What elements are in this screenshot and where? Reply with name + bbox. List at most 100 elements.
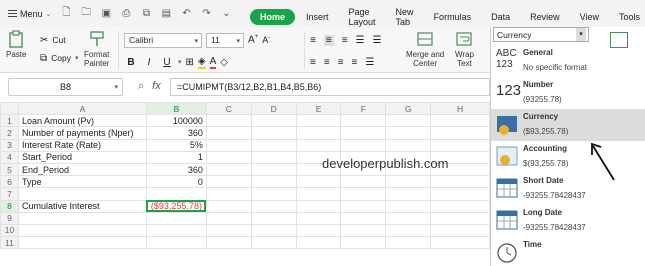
cell[interactable] — [430, 114, 490, 128]
print-preview-icon[interactable]: ⧉ — [139, 8, 153, 19]
tab-insert[interactable]: Insert — [297, 9, 338, 25]
cell[interactable] — [340, 199, 387, 213]
cell-a6[interactable]: Type — [17, 175, 147, 189]
undo-icon[interactable]: ↶ — [179, 8, 193, 19]
column-header-d[interactable]: D — [250, 102, 297, 116]
cell[interactable] — [205, 223, 252, 238]
cell[interactable] — [385, 126, 432, 140]
cell[interactable] — [385, 175, 432, 189]
align-left-icon[interactable]: ≡ — [310, 57, 316, 68]
cut-button[interactable]: ✂ Cut — [40, 31, 79, 49]
cell-b5[interactable]: 360 — [145, 162, 207, 177]
cell-b6[interactable]: 0 — [145, 175, 207, 189]
column-header-a[interactable]: A — [17, 102, 147, 116]
tab-formulas[interactable]: Formulas — [425, 9, 481, 25]
font-color-icon[interactable]: A — [209, 56, 217, 69]
tab-data[interactable]: Data — [482, 9, 519, 25]
cell[interactable] — [205, 114, 252, 128]
cell[interactable] — [385, 211, 432, 225]
cell[interactable] — [430, 138, 490, 152]
cell[interactable] — [145, 223, 207, 238]
cell[interactable] — [250, 162, 297, 177]
italic-button[interactable]: I — [142, 57, 156, 68]
cell[interactable] — [17, 211, 147, 225]
cell[interactable] — [340, 126, 387, 140]
cell[interactable] — [340, 138, 387, 152]
column-header-h[interactable]: H — [430, 102, 490, 116]
cell-b2[interactable]: 360 — [145, 126, 207, 140]
cell[interactable] — [340, 187, 387, 201]
cell[interactable] — [250, 236, 297, 250]
cell[interactable] — [430, 211, 490, 225]
cell[interactable] — [295, 236, 342, 250]
cell-a1[interactable]: Loan Amount (Pv) — [17, 114, 147, 128]
bold-button[interactable]: B — [124, 57, 138, 68]
align-top-icon[interactable]: ≡ — [310, 35, 316, 46]
cell[interactable] — [295, 138, 342, 152]
column-header-b[interactable]: B — [145, 102, 207, 116]
cell[interactable] — [430, 236, 490, 250]
cell[interactable] — [205, 175, 252, 189]
column-header-c[interactable]: C — [205, 102, 252, 116]
row-header[interactable]: 9 — [0, 211, 19, 225]
cell-b3[interactable]: 5% — [145, 138, 207, 152]
cell[interactable] — [295, 187, 342, 201]
cell[interactable] — [205, 187, 252, 201]
cell[interactable] — [250, 211, 297, 225]
tab-view[interactable]: View — [571, 9, 608, 25]
row-header[interactable]: 7 — [0, 187, 19, 201]
tab-home[interactable]: Home — [250, 9, 296, 25]
indent-icon[interactable]: ☰ — [356, 35, 365, 46]
cell[interactable] — [295, 211, 342, 225]
cell[interactable] — [250, 114, 297, 128]
cell-a3[interactable]: Interest Rate (Rate) — [17, 138, 147, 152]
column-header-e[interactable]: E — [295, 102, 342, 116]
cell[interactable] — [205, 236, 252, 250]
cell[interactable] — [250, 187, 297, 201]
save-icon[interactable]: ▣ — [99, 8, 113, 19]
formula-input[interactable]: =CUMIPMT(B3/12,B2,B1,B4,B5,B6) — [170, 78, 490, 96]
underline-button[interactable]: U — [160, 57, 174, 68]
cell[interactable] — [295, 199, 342, 213]
tab-review[interactable]: Review — [521, 9, 569, 25]
cell[interactable] — [17, 223, 147, 238]
cell[interactable] — [250, 138, 297, 152]
cell[interactable] — [145, 211, 207, 225]
copy-button[interactable]: ⧉ Copy ▾ — [40, 49, 79, 67]
new-file-icon[interactable]: 🗋 — [59, 5, 73, 22]
format-option-general[interactable]: ABC 123 General No specific format — [491, 45, 645, 77]
row-header[interactable]: 1 — [0, 114, 19, 128]
print-icon[interactable]: ⎙ — [119, 8, 133, 19]
cell-a2[interactable]: Number of payments (Nper) — [17, 126, 147, 140]
merge-center-button[interactable]: Merge and Center — [406, 30, 444, 68]
cell-a4[interactable]: Start_Period — [17, 150, 147, 164]
font-name-select[interactable]: Calibri ▾ — [124, 32, 202, 48]
format-option-long-date[interactable]: Long Date -93255.78428437 — [491, 205, 645, 237]
cell[interactable] — [340, 211, 387, 225]
clear-format-icon[interactable]: ◇ — [220, 57, 228, 68]
cell[interactable] — [295, 223, 342, 238]
paste-button[interactable]: Paste — [6, 30, 26, 59]
column-header-g[interactable]: G — [385, 102, 432, 116]
row-header[interactable]: 8 — [0, 199, 19, 213]
wrap-text-button[interactable]: Wrap Text — [455, 30, 474, 68]
cell[interactable] — [205, 150, 252, 164]
outdent-icon[interactable]: ☰ — [373, 35, 382, 46]
cell-b7[interactable] — [145, 187, 207, 201]
cell[interactable] — [385, 138, 432, 152]
align-right-icon[interactable]: ≡ — [338, 57, 344, 68]
cell-a8[interactable]: Cumulative Interest — [17, 199, 147, 213]
cell[interactable] — [205, 199, 252, 213]
cell-a5[interactable]: End_Period — [17, 162, 147, 177]
cell-b4[interactable]: 1 — [145, 150, 207, 164]
align-middle-icon[interactable]: ≡ — [323, 34, 334, 46]
cell[interactable] — [205, 211, 252, 225]
column-header-f[interactable]: F — [340, 102, 387, 116]
fx-icon[interactable]: fx — [152, 80, 161, 93]
format-option-short-date[interactable]: Short Date -93255.78428437 — [491, 173, 645, 205]
cell[interactable] — [250, 199, 297, 213]
cell[interactable] — [385, 199, 432, 213]
cell[interactable] — [250, 150, 297, 164]
cell[interactable] — [250, 223, 297, 238]
cell[interactable] — [430, 175, 490, 189]
